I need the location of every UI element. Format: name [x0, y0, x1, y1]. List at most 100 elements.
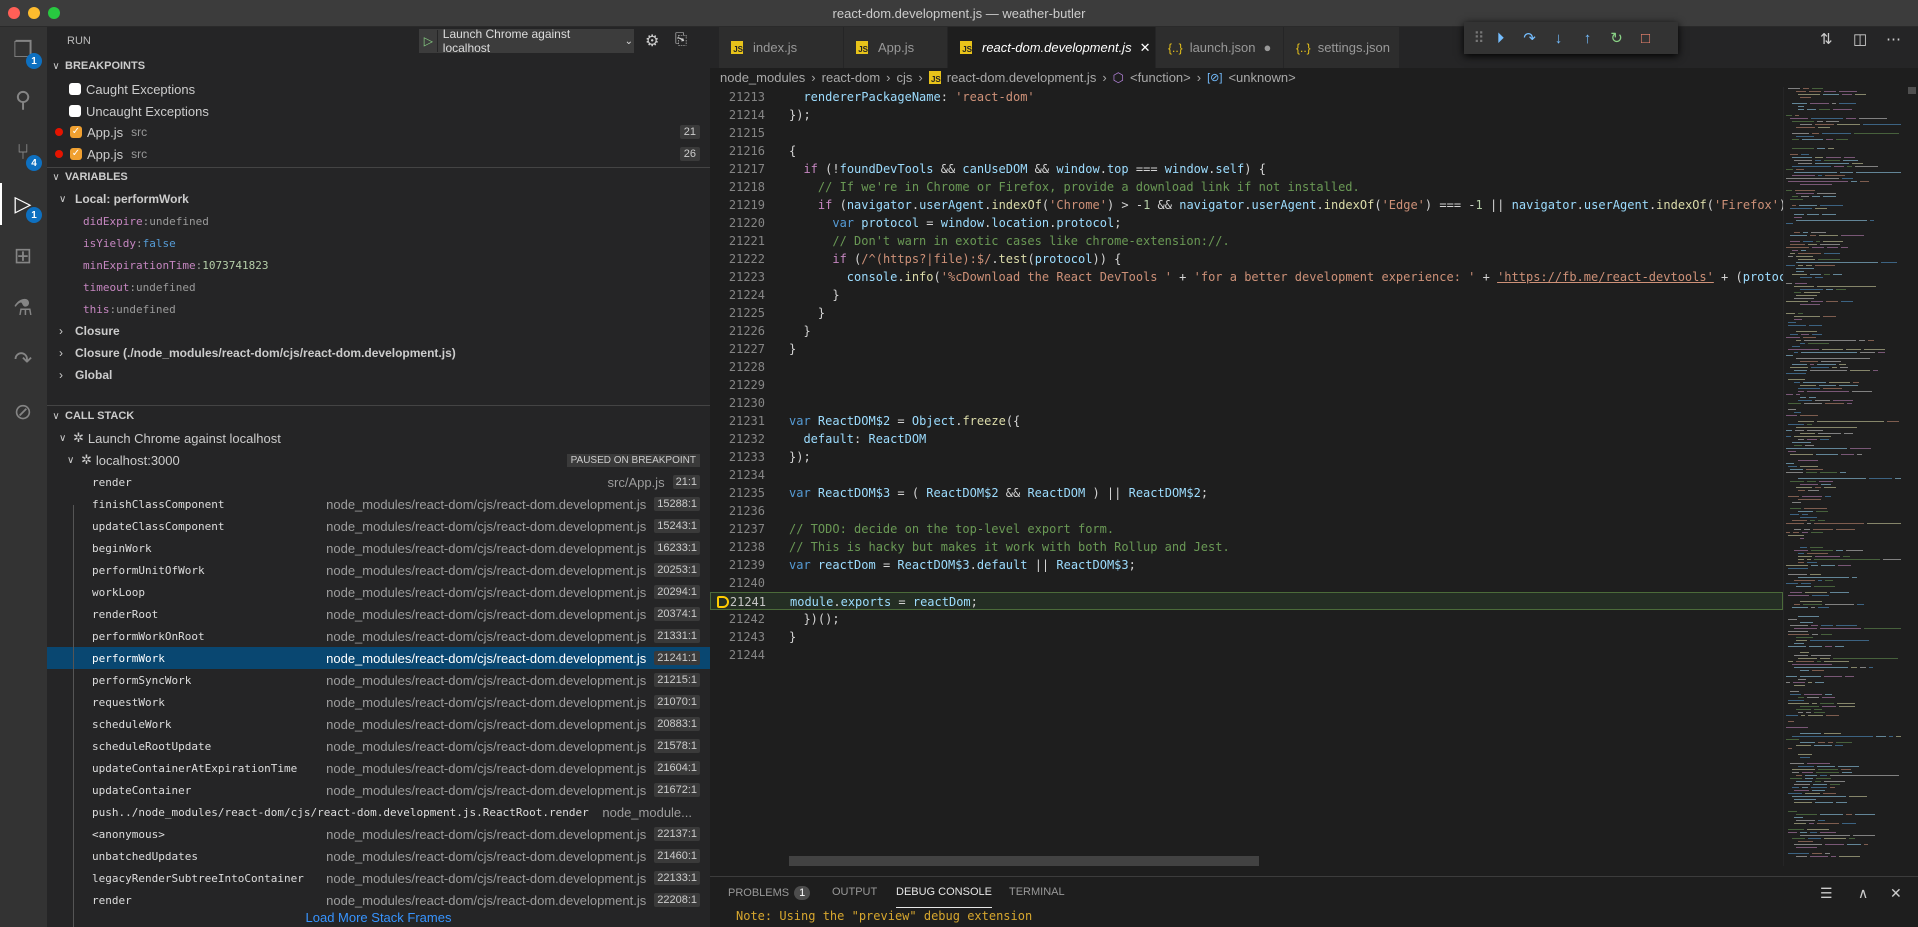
code-line[interactable]: 21213 rendererPackageName: 'react-dom': [710, 88, 1783, 106]
checkbox[interactable]: [69, 83, 81, 95]
restart-icon[interactable]: ↻: [1602, 29, 1631, 47]
breadcrumb-item[interactable]: react-dom.development.js: [947, 70, 1097, 85]
code-line[interactable]: 21231 var ReactDOM$2 = Object.freeze({: [710, 412, 1783, 430]
code-line[interactable]: 21226 }: [710, 322, 1783, 340]
stack-frame[interactable]: performSyncWork node_modules/react-dom/cj…: [47, 669, 710, 691]
variable-row[interactable]: isYieldy: false: [47, 232, 710, 254]
stack-frame[interactable]: legacyRenderSubtreeIntoContainer node_mod…: [47, 867, 710, 889]
stack-frame[interactable]: updateContainer node_modules/react-dom/cj…: [47, 779, 710, 801]
code-line[interactable]: 21240: [710, 574, 1783, 592]
stack-frame[interactable]: performWork node_modules/react-dom/cjs/re…: [47, 647, 710, 669]
close-icon[interactable]: ✕: [1140, 40, 1151, 56]
start-debugging-icon[interactable]: ▷: [420, 30, 438, 52]
code-line[interactable]: 21218 // If we're in Chrome or Firefox, …: [710, 178, 1783, 196]
scope-closure[interactable]: › Closure: [47, 320, 710, 342]
code-line[interactable]: 21229: [710, 376, 1783, 394]
code-line[interactable]: 21220 var protocol = window.location.pro…: [710, 214, 1783, 232]
checkbox-checked[interactable]: ✓: [70, 148, 82, 160]
breakpoint-item[interactable]: ✓ App.js src 21: [47, 121, 710, 143]
tab-settings-json[interactable]: {..} settings.json: [1284, 27, 1400, 68]
breakpoints-section-header[interactable]: ∨ BREAKPOINTS: [47, 55, 710, 77]
code-line[interactable]: 21236: [710, 502, 1783, 520]
clear-console-icon[interactable]: ☰: [1820, 885, 1833, 902]
more-actions-icon[interactable]: ⋯: [1886, 30, 1901, 48]
code-line[interactable]: 21234: [710, 466, 1783, 484]
stack-frame[interactable]: workLoop node_modules/react-dom/cjs/react…: [47, 581, 710, 603]
scope-global[interactable]: › Global: [47, 364, 710, 386]
code-line[interactable]: 21233});: [710, 448, 1783, 466]
breakpoint-caught-exceptions[interactable]: Caught Exceptions: [47, 78, 710, 100]
code-line[interactable]: 21216 {: [710, 142, 1783, 160]
checkbox-checked[interactable]: ✓: [70, 126, 82, 138]
horizontal-scrollbar[interactable]: [789, 856, 1259, 866]
stack-frame[interactable]: render src/App.js 21:1: [47, 471, 710, 493]
breakpoint-uncaught-exceptions[interactable]: Uncaught Exceptions: [47, 100, 710, 122]
stack-frame[interactable]: <anonymous> node_modules/react-dom/cjs/re…: [47, 823, 710, 845]
code-line[interactable]: 21219 if (navigator.userAgent.indexOf('C…: [710, 196, 1783, 214]
call-stack-section-header[interactable]: ∨ CALL STACK: [47, 405, 710, 427]
debug-console-icon[interactable]: ⎘: [675, 31, 687, 48]
breadcrumb-item[interactable]: <function>: [1130, 70, 1191, 85]
variable-row[interactable]: this: undefined: [47, 298, 710, 320]
code-line[interactable]: 21230: [710, 394, 1783, 412]
continue-icon[interactable]: ⏵: [1486, 30, 1515, 47]
code-line[interactable]: 21221 // Don't warn in exotic cases like…: [710, 232, 1783, 250]
code-line[interactable]: 21239 var reactDom = ReactDOM$3.default |…: [710, 556, 1783, 574]
tab-problems[interactable]: PROBLEMS 1: [728, 886, 811, 908]
code-line[interactable]: 21214});: [710, 106, 1783, 124]
step-out-icon[interactable]: ↑: [1573, 30, 1602, 47]
drag-handle-icon[interactable]: ⠿: [1472, 29, 1486, 47]
stack-frame[interactable]: render node_modules/react-dom/cjs/react-d…: [47, 889, 710, 911]
open-changes-icon[interactable]: ⇅: [1820, 30, 1833, 48]
tab-terminal[interactable]: TERMINAL: [1009, 886, 1065, 908]
load-more-stack-frames-link[interactable]: Load More Stack Frames: [47, 910, 710, 925]
variable-row[interactable]: minExpirationTime: 1073741823: [47, 254, 710, 276]
stack-frame[interactable]: unbatchedUpdates node_modules/react-dom/c…: [47, 845, 710, 867]
code-line[interactable]: 21217 if (!foundDevTools && canUseDOM &&…: [710, 160, 1783, 178]
code-line[interactable]: 21242 })();: [710, 610, 1783, 628]
code-line[interactable]: 21224 }: [710, 286, 1783, 304]
stack-frame[interactable]: performWorkOnRoot node_modules/react-dom/…: [47, 625, 710, 647]
tab-react-dom-development-js[interactable]: JS react-dom.development.js ✕: [948, 27, 1156, 68]
variables-section-header[interactable]: ∨ VARIABLES: [47, 166, 710, 188]
debug-session[interactable]: ∨ ✲ Launch Chrome against localhost: [47, 427, 710, 449]
breadcrumb-item[interactable]: react-dom: [822, 70, 881, 85]
code-line[interactable]: 21237 // TODO: decide on the top-level ex…: [710, 520, 1783, 538]
step-into-icon[interactable]: ↓: [1544, 30, 1573, 47]
git-graph-icon[interactable]: ⊘: [8, 397, 38, 427]
tab-output[interactable]: OUTPUT: [832, 886, 877, 908]
stop-icon[interactable]: □: [1631, 30, 1660, 47]
tab-launch-json[interactable]: {..} launch.json ●: [1156, 27, 1284, 68]
maximize-panel-icon[interactable]: ∧: [1858, 885, 1868, 902]
tab-index-js[interactable]: JS index.js: [719, 27, 844, 68]
step-over-icon[interactable]: ↷: [1515, 29, 1544, 47]
checkbox[interactable]: [69, 105, 81, 117]
code-line[interactable]: 21228: [710, 358, 1783, 376]
code-line[interactable]: 21244: [710, 646, 1783, 664]
scope-closure-module[interactable]: › Closure (./node_modules/react-dom/cjs/r…: [47, 342, 710, 364]
code-line[interactable]: 21222 if (/^(https?|file):$/.test(protoc…: [710, 250, 1783, 268]
vertical-scrollbar[interactable]: [1906, 68, 1918, 866]
tab-app-js[interactable]: JS App.js: [844, 27, 948, 68]
stack-frame[interactable]: scheduleWork node_modules/react-dom/cjs/r…: [47, 713, 710, 735]
variable-row[interactable]: timeout: undefined: [47, 276, 710, 298]
code-line[interactable]: 21223 console.info('%cDownload the React…: [710, 268, 1783, 286]
stack-frame[interactable]: renderRoot node_modules/react-dom/cjs/rea…: [47, 603, 710, 625]
search-icon[interactable]: ⚲: [8, 85, 38, 115]
gear-icon[interactable]: ⚙: [645, 31, 659, 51]
code-line[interactable]: 21232 default: ReactDOM: [710, 430, 1783, 448]
stack-frame[interactable]: updateContainerAtExpirationTime node_modu…: [47, 757, 710, 779]
stack-frame[interactable]: requestWork node_modules/react-dom/cjs/re…: [47, 691, 710, 713]
close-panel-icon[interactable]: ✕: [1890, 885, 1902, 902]
code-editor[interactable]: 21212 version: ReactVersion,21213 render…: [710, 87, 1783, 866]
stack-frame[interactable]: push../node_modules/react-dom/cjs/react-…: [47, 801, 710, 823]
stack-frame[interactable]: scheduleRootUpdate node_modules/react-dom…: [47, 735, 710, 757]
code-line[interactable]: 21227}: [710, 340, 1783, 358]
current-execution-line[interactable]: 21241 module.exports = reactDom;: [710, 592, 1783, 610]
tab-debug-console[interactable]: DEBUG CONSOLE: [896, 886, 992, 908]
stack-frame[interactable]: performUnitOfWork node_modules/react-dom/…: [47, 559, 710, 581]
run-debug-icon[interactable]: ▷ 1: [0, 183, 42, 225]
scope-local[interactable]: ∨ Local: performWork: [47, 188, 710, 210]
remote-icon[interactable]: ↷: [8, 345, 38, 375]
stack-frame[interactable]: finishClassComponent node_modules/react-d…: [47, 493, 710, 515]
